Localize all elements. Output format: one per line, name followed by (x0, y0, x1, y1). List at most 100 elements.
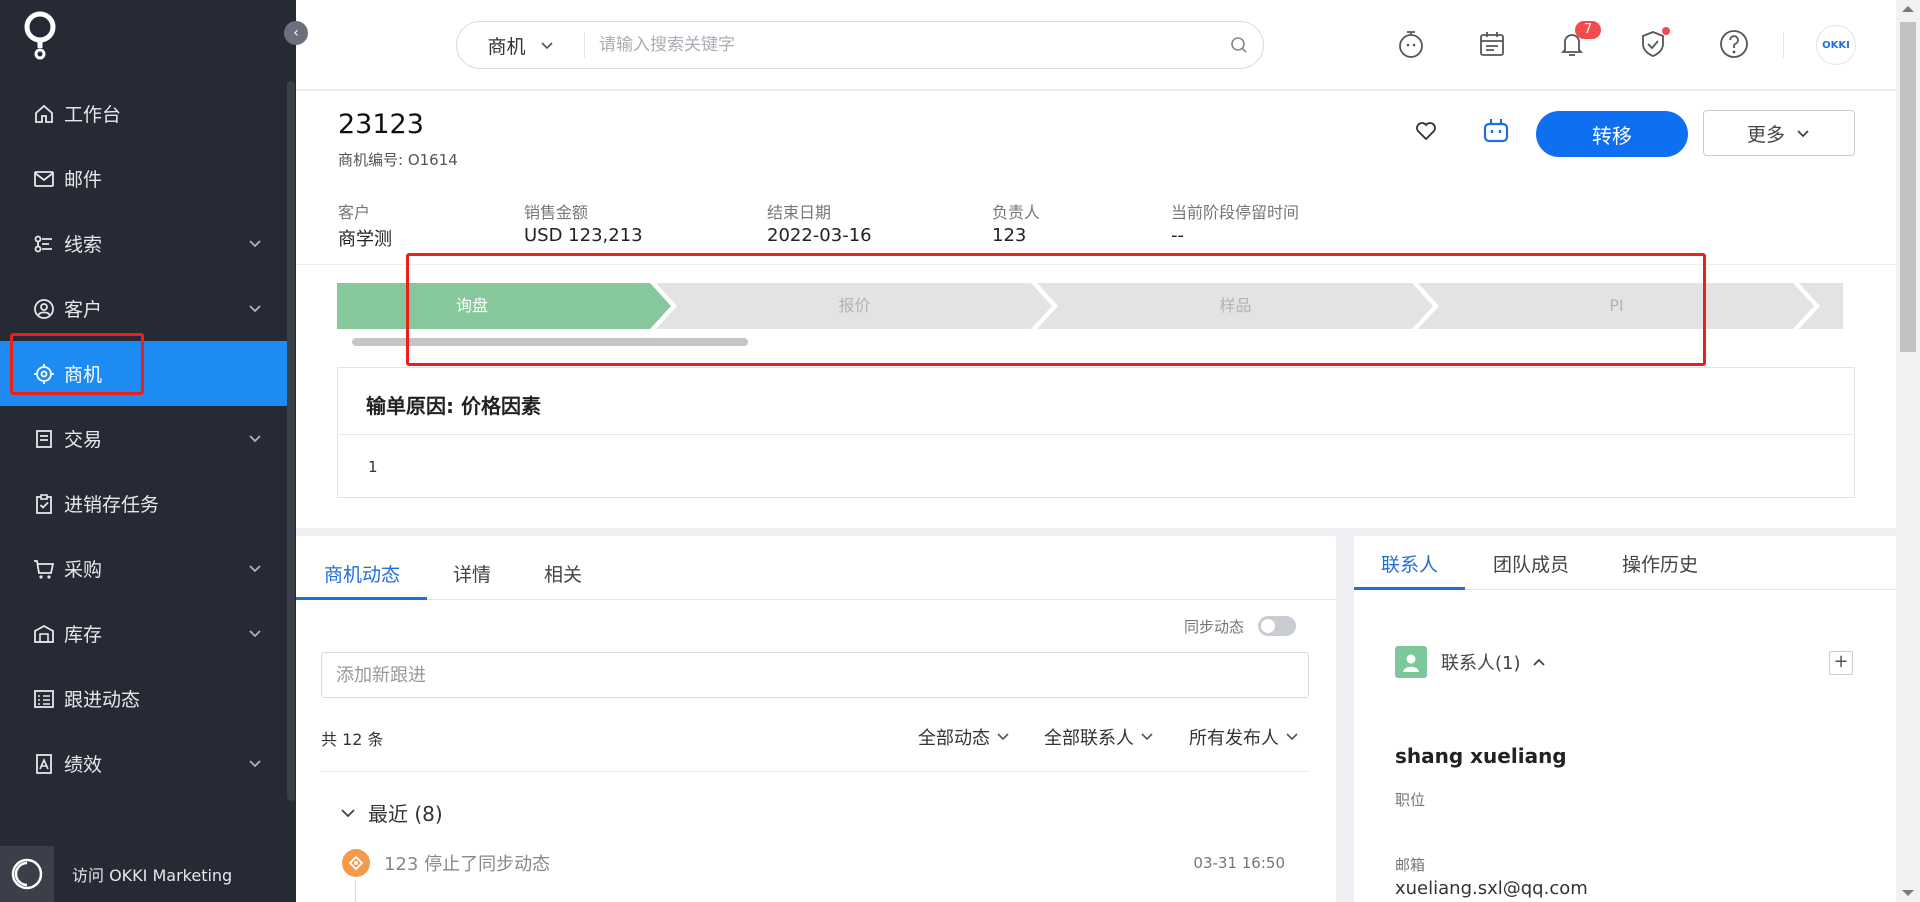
help-icon[interactable] (1717, 27, 1751, 61)
timeline-line (355, 878, 356, 902)
warehouse-icon (32, 622, 56, 646)
search-scope-label: 商机 (487, 35, 526, 58)
add-contact-button[interactable]: + (1829, 651, 1853, 675)
sync-toggle[interactable] (1258, 616, 1296, 636)
tab-team-members[interactable]: 团队成员 (1493, 550, 1569, 577)
list-item: 123 停止了同步动态 03-31 16:50 (342, 848, 1310, 878)
recent-group-label: 最近 (8) (368, 802, 443, 826)
stage-sample[interactable]: 样品 (1058, 283, 1413, 329)
sidebar-item-opportunities[interactable]: 商机 (0, 341, 287, 406)
sidebar-item-label: 库存 (64, 624, 103, 646)
email-value[interactable]: xueliang.sxl@qq.com (1395, 878, 1588, 899)
page-scrollbar[interactable] (1896, 0, 1920, 902)
stage-inquiry[interactable]: 询盘 (337, 283, 607, 329)
chevron-down-icon (249, 565, 261, 573)
sidebar-item-customers[interactable]: 客户 (0, 276, 287, 341)
stage-scrollbar[interactable] (352, 338, 748, 346)
contact-avatar-icon (1395, 646, 1427, 678)
sidebar-item-label: 交易 (64, 429, 103, 451)
divider (338, 434, 1854, 435)
sidebar-item-stock[interactable]: 库存 (0, 601, 287, 666)
contacts-tabs: 联系人 团队成员 操作历史 (1354, 536, 1896, 590)
sidebar-item-purchasing[interactable]: 采购 (0, 536, 287, 601)
stage-pi[interactable]: PI (1439, 283, 1794, 329)
sidebar-item-leads[interactable]: 线索 (0, 211, 287, 276)
robot-icon[interactable] (1481, 116, 1511, 150)
sidebar: 工作台 邮件 线索 客户 商机 交易 进销存任务 采购 库存 跟进动态 绩效 访… (0, 0, 296, 902)
chevron-down-icon (341, 808, 355, 817)
bell-icon[interactable]: 7 (1555, 21, 1601, 61)
info-value[interactable]: 商学测 (338, 225, 392, 251)
sidebar-item-label: 商机 (64, 364, 103, 386)
contact-name[interactable]: shang xueliang (1395, 744, 1567, 768)
chevron-down-icon (249, 630, 261, 638)
position-label: 职位 (1395, 791, 1426, 809)
toggle-knob (1261, 619, 1275, 633)
contacts-group-header[interactable]: 联系人(1) (1395, 646, 1547, 678)
sidebar-item-inventory-tasks[interactable]: 进销存任务 (0, 471, 287, 536)
tab-opportunity-activity[interactable]: 商机动态 (324, 560, 400, 600)
sidebar-item-label: 线索 (64, 234, 103, 256)
sidebar-item-label: 绩效 (64, 754, 103, 776)
calendar-icon[interactable] (1475, 27, 1509, 61)
scrollbar-thumb[interactable] (1900, 22, 1916, 352)
email-label: 邮箱 (1395, 856, 1426, 874)
shield-icon[interactable] (1636, 27, 1670, 61)
stage-quote[interactable]: 报价 (677, 283, 1032, 329)
info-value: 2022-03-16 (767, 225, 872, 246)
sidebar-nav: 工作台 邮件 线索 客户 商机 交易 进销存任务 采购 库存 跟进动态 绩效 (0, 81, 287, 796)
add-followup-input[interactable] (321, 652, 1309, 698)
avatar[interactable]: OKKI (1816, 25, 1856, 65)
filter-all-activities[interactable]: 全部动态 (918, 724, 1010, 750)
search-input[interactable] (585, 35, 1215, 55)
sidebar-item-label: 进销存任务 (64, 494, 160, 516)
activity-text: 123 停止了同步动态 (384, 854, 551, 875)
filter-all-publishers[interactable]: 所有发布人 (1189, 724, 1299, 750)
chart-icon (32, 752, 56, 776)
sidebar-item-workbench[interactable]: 工作台 (0, 81, 287, 146)
tab-underline (1354, 587, 1465, 590)
top-bar: 商机 7 OKKI (296, 0, 1896, 90)
header-divider (296, 264, 1896, 265)
more-button[interactable]: 更多 (1703, 110, 1855, 156)
list-icon (32, 687, 56, 711)
search-scope-select[interactable]: 商机 (457, 32, 585, 58)
sidebar-item-performance[interactable]: 绩效 (0, 731, 287, 796)
marketing-icon (0, 846, 54, 902)
sidebar-item-deals[interactable]: 交易 (0, 406, 287, 471)
global-search: 商机 (456, 21, 1264, 69)
heart-icon[interactable] (1414, 119, 1438, 147)
info-value: USD 123,213 (524, 225, 643, 246)
cart-icon (32, 557, 56, 581)
mail-icon (32, 167, 56, 191)
info-owner: 负责人 123 (992, 199, 1040, 246)
sidebar-collapse-button[interactable]: ‹ (284, 21, 308, 45)
timer-icon[interactable] (1394, 27, 1428, 61)
loss-reason-value: 1 (368, 458, 378, 476)
sidebar-scrollbar[interactable] (287, 81, 295, 801)
search-icon[interactable] (1215, 36, 1263, 54)
opportunity-header: 23123 商机编号: O1614 转移 更多 客户 商学测 销售金额 USD … (296, 91, 1896, 528)
tab-contacts[interactable]: 联系人 (1381, 550, 1438, 577)
sidebar-item-followups[interactable]: 跟进动态 (0, 666, 287, 731)
tab-underline (296, 597, 427, 600)
page-title: 23123 (338, 109, 424, 140)
clipboard-icon (32, 492, 56, 516)
sidebar-item-mail[interactable]: 邮件 (0, 146, 287, 211)
filter-all-contacts[interactable]: 全部联系人 (1044, 724, 1154, 750)
tab-related[interactable]: 相关 (544, 560, 582, 600)
transfer-button[interactable]: 转移 (1536, 111, 1688, 157)
contacts-group-label: 联系人(1) (1441, 653, 1521, 674)
okki-marketing-link[interactable]: 访问 OKKI Marketing (0, 846, 296, 902)
opportunity-number: 商机编号: O1614 (338, 151, 458, 169)
recent-group-toggle[interactable]: 最近 (8) (340, 798, 443, 827)
chevron-down-icon (249, 760, 261, 768)
scroll-up-arrow-icon[interactable] (1902, 6, 1914, 12)
scroll-down-arrow-icon[interactable] (1902, 890, 1914, 896)
activity-time: 03-31 16:50 (1193, 854, 1285, 872)
tab-operation-history[interactable]: 操作历史 (1622, 550, 1698, 577)
okki-logo-icon[interactable] (20, 8, 64, 60)
target-icon (32, 362, 56, 386)
sidebar-item-label: 跟进动态 (64, 689, 141, 711)
tab-details[interactable]: 详情 (453, 560, 491, 600)
